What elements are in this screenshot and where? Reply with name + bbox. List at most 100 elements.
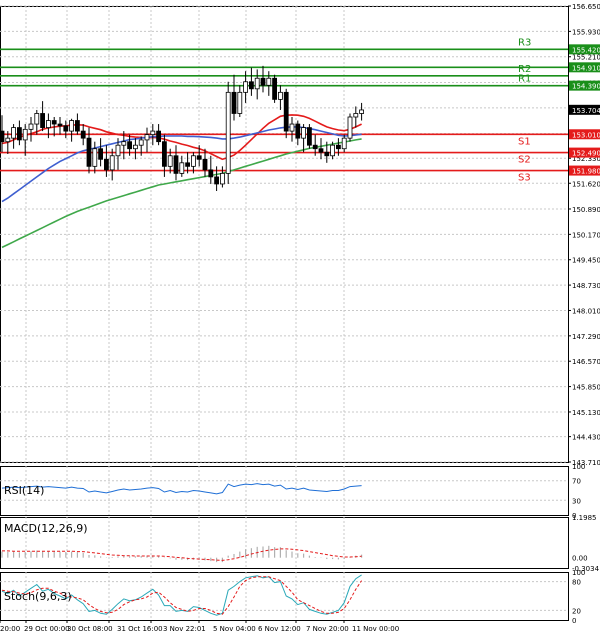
candle-body: [179, 162, 185, 174]
candle-body: [330, 144, 336, 157]
x-tick-label: 29 Oct 00:00: [24, 625, 70, 633]
candle-body: [132, 144, 138, 150]
candle-body: [0, 130, 5, 143]
candle-body: [104, 158, 109, 171]
candle-body: [75, 120, 80, 132]
candle-body: [353, 113, 359, 118]
candle-body: [115, 144, 121, 157]
candle-body: [98, 148, 103, 160]
rsi-panel: RSI(14)10070300: [0, 463, 585, 520]
candle-body: [272, 77, 278, 100]
level-tag-label: 154.390: [572, 83, 600, 91]
main-panel: 156.650155.930155.210154.480153.760153.0…: [0, 3, 600, 467]
candle-body: [335, 144, 341, 150]
candle-body: [5, 137, 11, 143]
candle-body: [208, 169, 214, 178]
macd-tick: 0.00: [572, 555, 588, 563]
candle-body: [202, 158, 208, 171]
candle-body: [22, 128, 28, 141]
macd-tick: 1.1985: [572, 514, 597, 522]
candle-body: [138, 139, 144, 146]
candle-body: [46, 120, 51, 128]
candle-body: [266, 77, 272, 86]
candle-body: [121, 141, 127, 146]
candle-body: [324, 151, 330, 157]
y-tick-label: 150.170: [572, 231, 600, 239]
level-tag-label: 154.910: [572, 64, 600, 72]
level-name: R3: [518, 37, 531, 48]
stoch-tick: 80: [572, 579, 581, 587]
stoch-panel: Stoch(9,6,3) 100 80 20 0: [0, 569, 585, 625]
candle-body: [28, 123, 34, 130]
candle-body: [289, 123, 295, 132]
candle-body: [150, 130, 156, 136]
current-price-label: 153.704: [572, 107, 600, 115]
x-tick-label: 3 Nov 22:01: [163, 625, 206, 633]
y-tick-label: 156.650: [572, 3, 600, 11]
candle-body: [295, 123, 301, 139]
rsi-tick: 30: [572, 497, 581, 505]
x-tick-label: 11 Nov 00:00: [352, 625, 399, 633]
candle-body: [86, 137, 92, 167]
candle-body: [127, 141, 132, 150]
y-tick-label: 145.130: [572, 409, 600, 417]
y-tick-label: 155.210: [572, 54, 600, 62]
candle-body: [219, 172, 225, 185]
stoch-label: Stoch(9,6,3): [4, 590, 72, 603]
rsi-label: RSI(14): [4, 484, 44, 497]
macd-panel: MACD(12,26,9)1.19850.00-0.3034: [0, 514, 600, 573]
x-tick-label: 7 Nov 20:00: [306, 625, 349, 633]
candle-body: [57, 123, 63, 127]
candle-body: [318, 148, 324, 153]
level-name: S1: [518, 136, 531, 147]
candle-body: [214, 176, 220, 185]
candle-body: [185, 162, 191, 167]
candle-body: [109, 155, 115, 171]
candle-body: [301, 127, 307, 139]
x-tick-label: 31 Oct 16:00: [117, 625, 163, 633]
candle-body: [92, 148, 98, 167]
candle-body: [237, 91, 243, 114]
y-tick-label: 146.570: [572, 358, 600, 366]
candle-body: [225, 91, 231, 174]
candle-body: [167, 155, 173, 167]
candle-body: [16, 127, 22, 141]
candle-body: [283, 91, 289, 132]
macd-label: MACD(12,26,9): [4, 522, 88, 535]
stoch-frame: [0, 572, 569, 621]
level-tag-label: 152.490: [572, 150, 600, 158]
candle-body: [359, 109, 365, 114]
candle-body: [243, 81, 249, 93]
candle-body: [11, 127, 17, 139]
level-name: R1: [518, 74, 531, 85]
candle-body: [231, 91, 237, 114]
rsi-tick: 100: [572, 463, 585, 471]
candle-body: [51, 120, 57, 125]
candle-body: [40, 113, 45, 128]
y-tick-label: 150.890: [572, 206, 600, 214]
x-tick-label: 5 Nov 04:00: [213, 625, 256, 633]
candle-body: [312, 144, 318, 150]
candle-body: [196, 155, 202, 160]
candle-body: [260, 77, 266, 86]
rsi-frame: [0, 466, 569, 516]
y-tick-label: 149.450: [572, 257, 600, 265]
level-tag-label: 153.010: [572, 131, 600, 139]
x-tick-label: 30 Oct 08:00: [67, 625, 113, 633]
y-tick-label: 145.850: [572, 384, 600, 392]
chart-svg: 156.650155.930155.210154.480153.760153.0…: [0, 3, 600, 633]
level-name: S3: [518, 173, 531, 184]
candle-body: [341, 137, 347, 150]
candle-body: [190, 155, 196, 167]
y-tick-label: 155.930: [572, 28, 600, 36]
stoch-tick: 0: [572, 617, 576, 625]
y-tick-label: 147.290: [572, 333, 600, 341]
candle-body: [63, 125, 69, 132]
level-tag-label: 151.980: [572, 168, 600, 176]
candle-body: [69, 120, 74, 132]
stoch-tick: 20: [572, 607, 581, 615]
x-tick-label: 20:00: [0, 625, 20, 633]
y-tick-label: 148.730: [572, 282, 600, 290]
stoch-tick: 100: [572, 569, 585, 577]
y-tick-label: 148.010: [572, 307, 600, 315]
